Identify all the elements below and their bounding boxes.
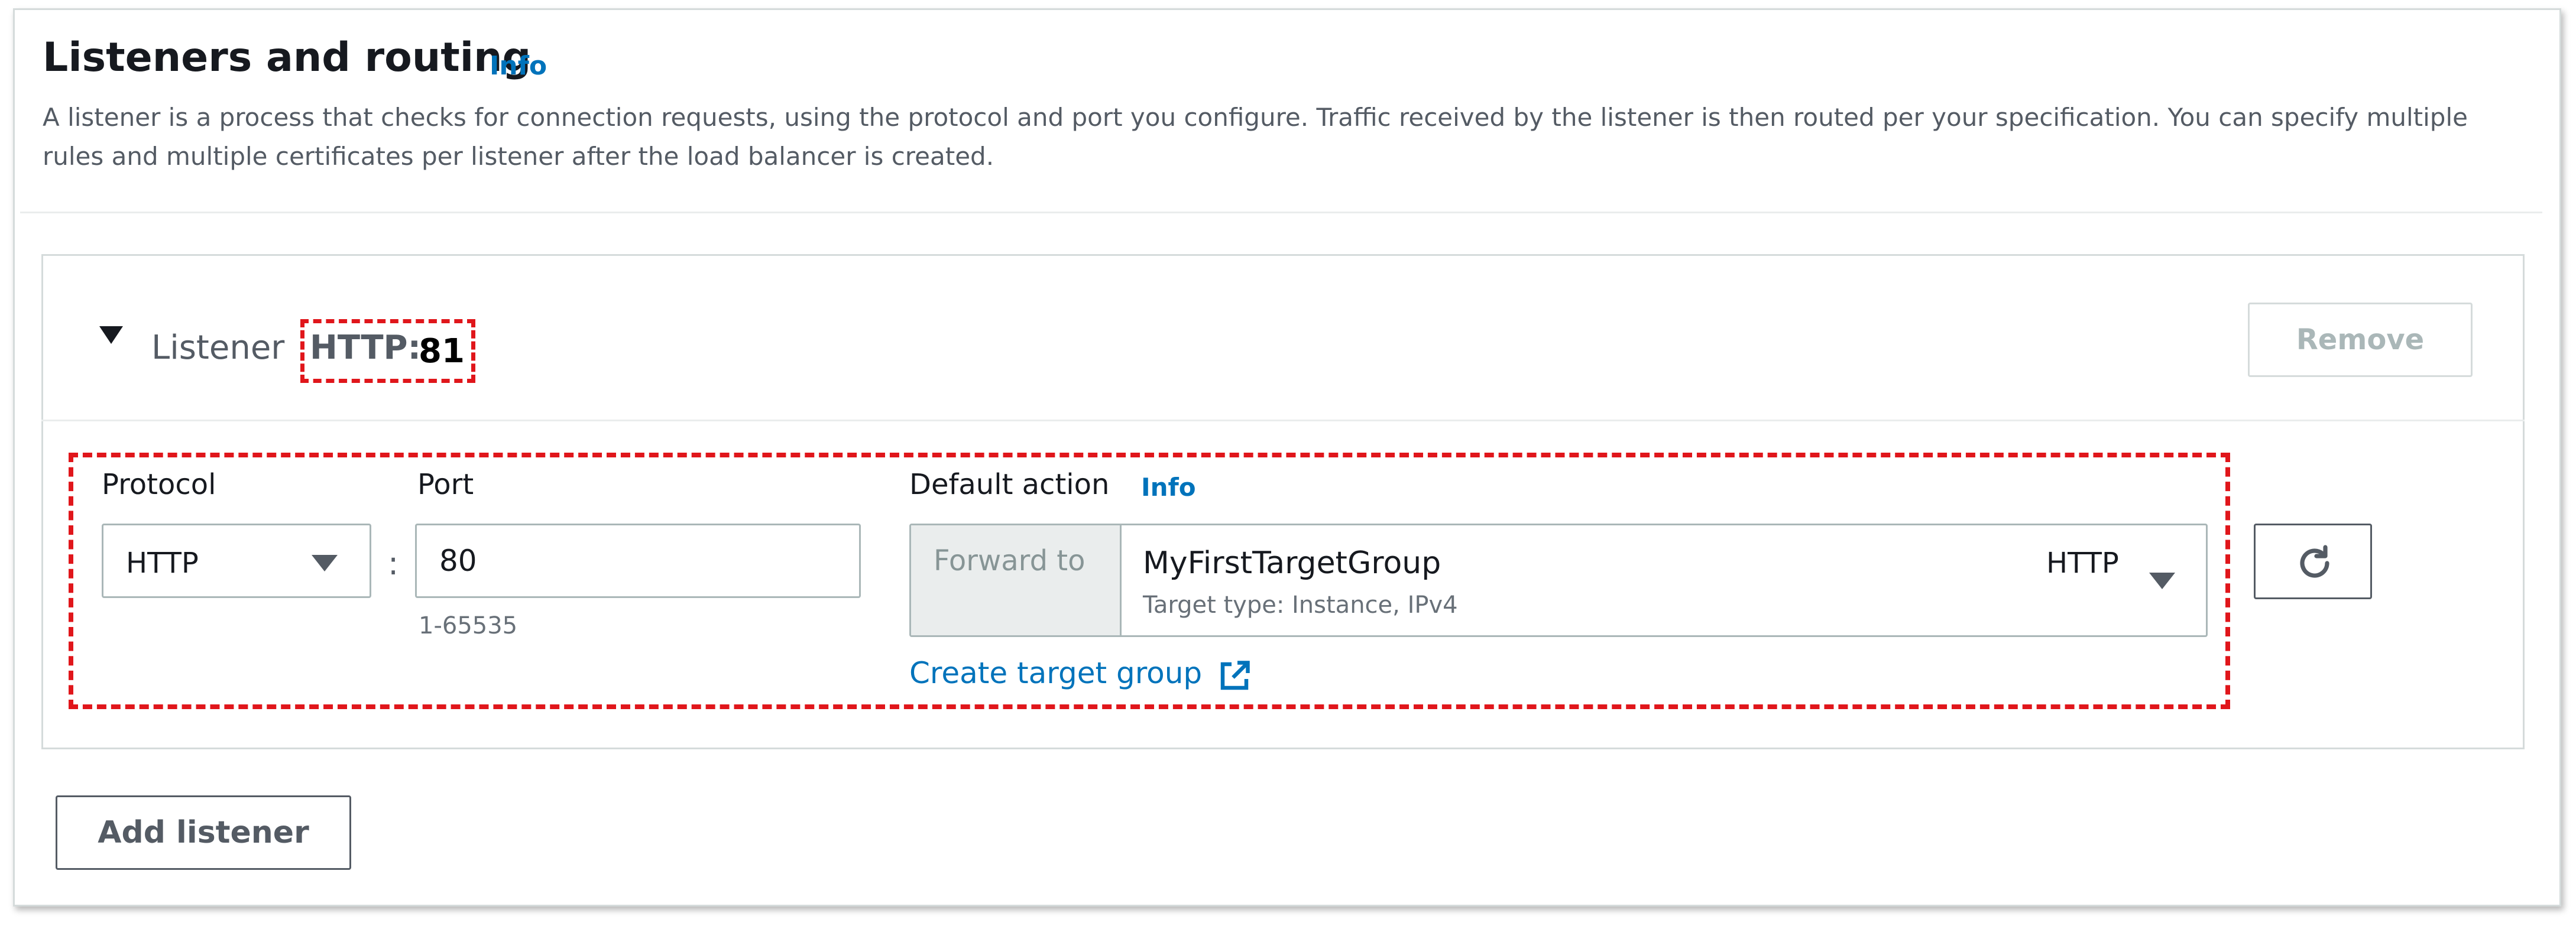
header-divider — [20, 212, 2542, 213]
create-target-group-link[interactable]: Create target group — [909, 656, 1202, 690]
protocol-select[interactable]: HTTP — [102, 524, 371, 598]
protocol-select-value: HTTP — [126, 547, 199, 580]
listener-heading: Listener — [151, 329, 285, 367]
protocol-port-separator: : — [388, 545, 399, 582]
listener-protocol-badge: HTTP: — [310, 329, 421, 367]
chevron-down-icon — [2149, 573, 2175, 589]
target-group-detail: Target type: Instance, IPv4 — [1143, 592, 1458, 619]
port-hint: 1-65535 — [419, 612, 518, 639]
caret-down-icon[interactable] — [99, 326, 123, 344]
chevron-down-icon — [312, 555, 338, 571]
target-group-select[interactable]: Forward to MyFirstTargetGroup Target typ… — [909, 524, 2208, 637]
forward-to-segment: Forward to — [911, 525, 1122, 635]
add-listener-button[interactable]: Add listener — [56, 795, 351, 870]
default-action-label: Default action — [909, 468, 1110, 501]
section-info-link[interactable]: Info — [490, 51, 547, 81]
refresh-icon — [2300, 545, 2329, 578]
section-title: Listeners and routing — [43, 34, 532, 81]
listener-divider — [41, 420, 2525, 421]
protocol-label: Protocol — [102, 468, 216, 501]
port-label: Port — [417, 468, 474, 501]
target-group-protocol: HTTP — [2046, 547, 2119, 580]
port-input[interactable] — [415, 524, 861, 598]
forward-to-label: Forward to — [934, 544, 1086, 577]
default-action-info-link[interactable]: Info — [1141, 473, 1196, 502]
refresh-button[interactable] — [2254, 524, 2372, 599]
listener-port-badge: 81 — [419, 332, 465, 371]
remove-listener-button[interactable]: Remove — [2248, 303, 2473, 377]
external-link-icon[interactable] — [1217, 658, 1252, 694]
target-group-name: MyFirstTargetGroup — [1143, 545, 1441, 581]
section-description: A listener is a process that checks for … — [43, 103, 2468, 171]
